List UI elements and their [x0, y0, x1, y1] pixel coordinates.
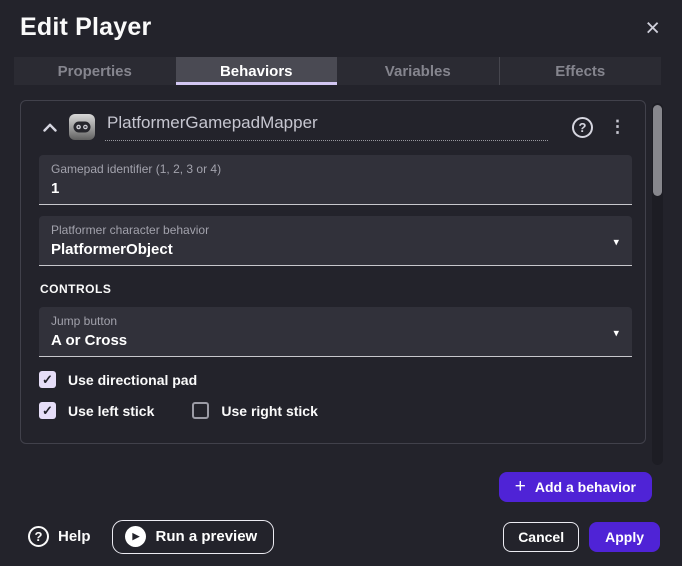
- run-preview-button[interactable]: ▶ Run a preview: [112, 520, 275, 554]
- tab-effects[interactable]: Effects: [499, 57, 662, 85]
- platformer-character-behavior-select[interactable]: Platformer character behavior Platformer…: [39, 216, 632, 266]
- add-behavior-button[interactable]: + Add a behavior: [499, 472, 652, 502]
- scrollbar[interactable]: [652, 103, 663, 465]
- behavior-header: PlatformerGamepadMapper ? ⋮: [39, 101, 632, 141]
- field-value: PlatformerObject: [51, 241, 598, 258]
- tab-bar: Properties Behaviors Variables Effects: [14, 57, 661, 85]
- use-left-stick-option: ✓ Use left stick: [39, 402, 154, 419]
- behavior-menu-dots-icon[interactable]: ⋮: [605, 117, 630, 137]
- page-title: Edit Player: [20, 13, 151, 42]
- behaviors-scroll-area: PlatformerGamepadMapper ? ⋮ Gamepad iden…: [0, 100, 682, 465]
- gamepad-icon: [69, 114, 95, 140]
- checkbox-row: ✓ Use directional pad: [39, 371, 632, 388]
- chevron-down-icon: ▾: [613, 235, 619, 248]
- use-right-stick-option: Use right stick: [192, 402, 317, 419]
- behavior-help-icon[interactable]: ?: [572, 117, 593, 138]
- plus-icon: +: [515, 477, 526, 496]
- field-label: Platformer character behavior: [51, 223, 598, 237]
- controls-section-header: CONTROLS: [40, 282, 632, 296]
- tab-behaviors[interactable]: Behaviors: [176, 57, 338, 85]
- field-value: A or Cross: [51, 332, 598, 349]
- run-preview-label: Run a preview: [156, 528, 258, 545]
- checkbox-label: Use right stick: [221, 403, 317, 419]
- cancel-button[interactable]: Cancel: [503, 522, 579, 552]
- behavior-name-field[interactable]: PlatformerGamepadMapper: [105, 113, 548, 141]
- tab-properties[interactable]: Properties: [14, 57, 176, 85]
- add-behavior-row: + Add a behavior: [0, 465, 682, 502]
- checkbox-row: ✓ Use left stick Use right stick: [39, 402, 632, 419]
- edit-player-dialog: Edit Player × Properties Behaviors Varia…: [0, 0, 682, 566]
- use-right-stick-checkbox[interactable]: [192, 402, 209, 419]
- field-label: Jump button: [51, 314, 598, 328]
- jump-button-select[interactable]: Jump button A or Cross ▾: [39, 307, 632, 357]
- tab-variables[interactable]: Variables: [337, 57, 499, 85]
- help-question-icon: ?: [28, 526, 49, 547]
- add-behavior-label: Add a behavior: [535, 479, 636, 495]
- play-icon: ▶: [125, 526, 146, 547]
- field-value: 1: [51, 180, 598, 197]
- help-label: Help: [58, 528, 91, 545]
- field-label: Gamepad identifier (1, 2, 3 or 4): [51, 162, 598, 176]
- use-directional-pad-checkbox[interactable]: ✓: [39, 371, 56, 388]
- collapse-chevron-icon[interactable]: [41, 121, 59, 134]
- apply-button[interactable]: Apply: [589, 522, 660, 552]
- close-icon[interactable]: ×: [645, 16, 660, 41]
- title-bar: Edit Player ×: [0, 0, 682, 42]
- footer-bar: ? Help ▶ Run a preview Cancel Apply: [0, 513, 682, 566]
- help-button[interactable]: ? Help: [28, 526, 91, 547]
- behavior-card: PlatformerGamepadMapper ? ⋮ Gamepad iden…: [20, 100, 646, 444]
- scrollbar-thumb[interactable]: [653, 105, 662, 196]
- use-directional-pad-option: ✓ Use directional pad: [39, 371, 197, 388]
- gamepad-identifier-field[interactable]: Gamepad identifier (1, 2, 3 or 4) 1: [39, 155, 632, 205]
- checkbox-label: Use directional pad: [68, 372, 197, 388]
- use-left-stick-checkbox[interactable]: ✓: [39, 402, 56, 419]
- chevron-down-icon: ▾: [613, 326, 619, 339]
- checkbox-label: Use left stick: [68, 403, 154, 419]
